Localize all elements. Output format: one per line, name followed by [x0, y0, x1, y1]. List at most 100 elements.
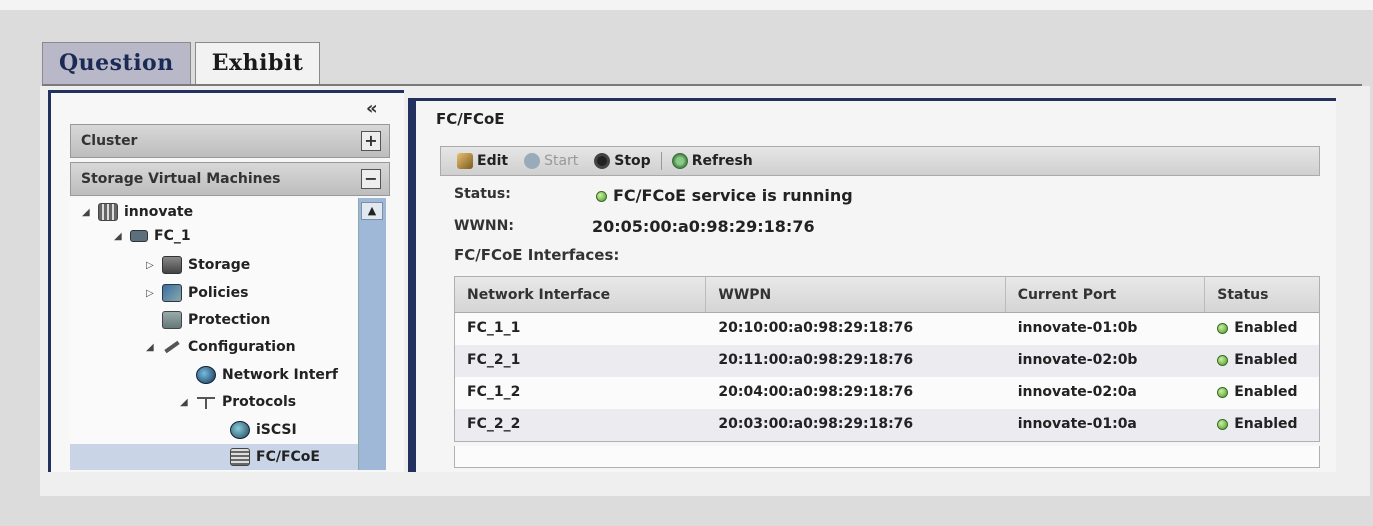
collapse-panel-icon[interactable]: «	[366, 98, 378, 119]
enabled-status-icon	[1217, 354, 1229, 366]
tab-exhibit[interactable]: Exhibit	[194, 42, 321, 86]
refresh-icon	[671, 153, 688, 169]
enabled-status-icon	[1217, 322, 1229, 334]
protocols-icon	[196, 393, 216, 411]
stop-button[interactable]: Stop	[588, 153, 656, 169]
wrench-icon	[162, 338, 182, 356]
cell-current-port: innovate-02:0a	[1017, 384, 1137, 400]
refresh-label: Refresh	[691, 153, 753, 169]
tree-item-fc1[interactable]: ◢ FC_1	[114, 228, 191, 244]
tree-item-label: innovate	[124, 204, 194, 220]
cell-status: Enabled	[1205, 409, 1319, 441]
table-row[interactable]: FC_1_1 20:10:00:a0:98:29:18:76 innovate-…	[455, 313, 1319, 345]
vserver-icon	[130, 230, 148, 242]
tree-item-label: Policies	[188, 285, 249, 301]
iscsi-icon	[230, 421, 250, 439]
toolbar-separator	[660, 152, 662, 170]
cell-wwpn: 20:10:00:a0:98:29:18:76	[718, 320, 914, 336]
start-icon	[524, 153, 541, 169]
cell-current-port: innovate-01:0b	[1017, 320, 1138, 336]
expanded-arrow-icon[interactable]: ◢	[114, 231, 124, 242]
edit-icon	[457, 153, 473, 169]
tree-item-innovate[interactable]: ◢ innovate	[82, 203, 193, 221]
tree-item-network-interfaces[interactable]: Network Interf	[196, 366, 338, 384]
tree-item-protocols[interactable]: ◢ Protocols	[180, 393, 296, 411]
tree-item-configuration[interactable]: ◢ Configuration	[146, 338, 296, 356]
table-row[interactable]: FC_2_1 20:11:00:a0:98:29:18:76 innovate-…	[455, 345, 1319, 377]
cell-wwpn: 20:03:00:a0:98:29:18:76	[718, 416, 914, 432]
tree-item-label: FC/FCoE	[256, 449, 320, 465]
edit-button[interactable]: Edit	[451, 153, 514, 169]
tree-item-storage[interactable]: ▷ Storage	[146, 256, 250, 274]
interfaces-heading: FC/FCoE Interfaces:	[454, 246, 620, 264]
collapsed-arrow-icon[interactable]: ▷	[146, 260, 156, 271]
protection-icon	[162, 311, 182, 329]
cell-status: Enabled	[1205, 313, 1319, 345]
svm-label: Storage Virtual Machines	[81, 171, 281, 187]
table-row[interactable]: FC_1_2 20:04:00:a0:98:29:18:76 innovate-…	[455, 377, 1319, 409]
wwnn-label: WWNN:	[454, 218, 514, 234]
column-header-network-interface[interactable]: Network Interface	[455, 277, 707, 312]
svm-icon	[98, 203, 118, 221]
column-header-wwpn[interactable]: WWPN	[706, 277, 1006, 312]
tree-item-label: iSCSI	[256, 422, 297, 438]
tab-bar: Question Exhibit	[42, 42, 321, 86]
status-text: Enabled	[1234, 320, 1298, 336]
collapsed-arrow-icon[interactable]: ▷	[146, 288, 156, 299]
page-title: FC/FCoE	[436, 110, 505, 128]
stop-label: Stop	[614, 153, 651, 169]
tree-item-protection[interactable]: Protection	[162, 311, 270, 329]
storage-icon	[162, 256, 182, 274]
status-text: Enabled	[1234, 384, 1298, 400]
tree-item-label: Protection	[188, 312, 271, 328]
policies-icon	[162, 284, 182, 302]
cell-network-interface: FC_2_1	[467, 352, 521, 368]
collapse-icon[interactable]: −	[361, 169, 381, 189]
start-label: Start	[544, 153, 579, 169]
tree-item-label: Network Interf	[222, 367, 338, 383]
cell-network-interface: FC_1_2	[467, 384, 521, 400]
tree-item-fcfcoe[interactable]: FC/FCoE	[230, 448, 320, 466]
column-header-status[interactable]: Status	[1205, 277, 1319, 312]
cell-current-port: innovate-01:0a	[1017, 416, 1137, 432]
tree-item-label: Protocols	[222, 394, 297, 410]
refresh-button[interactable]: Refresh	[666, 153, 759, 169]
scroll-up-icon[interactable]: ▲	[361, 202, 383, 220]
expanded-arrow-icon[interactable]: ◢	[82, 207, 92, 218]
table-row[interactable]: FC_2_2 20:03:00:a0:98:29:18:76 innovate-…	[455, 409, 1319, 441]
expand-icon[interactable]: +	[361, 131, 381, 151]
interfaces-table: Network Interface WWPN Current Port Stat…	[454, 276, 1320, 442]
svm-section[interactable]: Storage Virtual Machines −	[70, 162, 390, 196]
fcfcoe-icon	[230, 448, 250, 466]
status-label: Status:	[454, 186, 511, 202]
expanded-arrow-icon[interactable]: ◢	[180, 397, 190, 408]
tree-scrollbar[interactable]: ▲	[358, 198, 386, 470]
tree-item-label: Storage	[188, 257, 251, 273]
table-body: FC_1_1 20:10:00:a0:98:29:18:76 innovate-…	[455, 313, 1319, 441]
expanded-arrow-icon[interactable]: ◢	[146, 342, 156, 353]
tree-item-iscsi[interactable]: iSCSI	[230, 421, 297, 439]
cell-status: Enabled	[1205, 377, 1319, 409]
tree-item-policies[interactable]: ▷ Policies	[146, 284, 248, 302]
status-text: FC/FCoE service is running	[613, 186, 853, 205]
status-value: FC/FCoE service is running	[596, 186, 853, 205]
running-status-icon	[596, 191, 607, 202]
toolbar: Edit Start Stop Refresh	[440, 146, 1320, 176]
network-globe-icon	[196, 366, 216, 384]
stop-icon	[594, 153, 611, 169]
cell-wwpn: 20:11:00:a0:98:29:18:76	[718, 352, 914, 368]
cluster-section[interactable]: Cluster +	[70, 124, 390, 158]
wwnn-value: 20:05:00:a0:98:29:18:76	[592, 217, 815, 236]
cell-wwpn: 20:04:00:a0:98:29:18:76	[718, 384, 914, 400]
start-button[interactable]: Start	[518, 153, 584, 169]
enabled-status-icon	[1217, 386, 1229, 398]
cell-current-port: innovate-02:0b	[1017, 352, 1138, 368]
status-text: Enabled	[1234, 416, 1298, 432]
cell-network-interface: FC_2_2	[467, 416, 521, 432]
cell-status: Enabled	[1205, 345, 1319, 377]
tree-item-label: Configuration	[188, 339, 296, 355]
enabled-status-icon	[1217, 418, 1229, 430]
column-header-current-port[interactable]: Current Port	[1006, 277, 1206, 312]
cell-network-interface: FC_1_1	[467, 320, 521, 336]
tab-question[interactable]: Question	[42, 42, 191, 84]
